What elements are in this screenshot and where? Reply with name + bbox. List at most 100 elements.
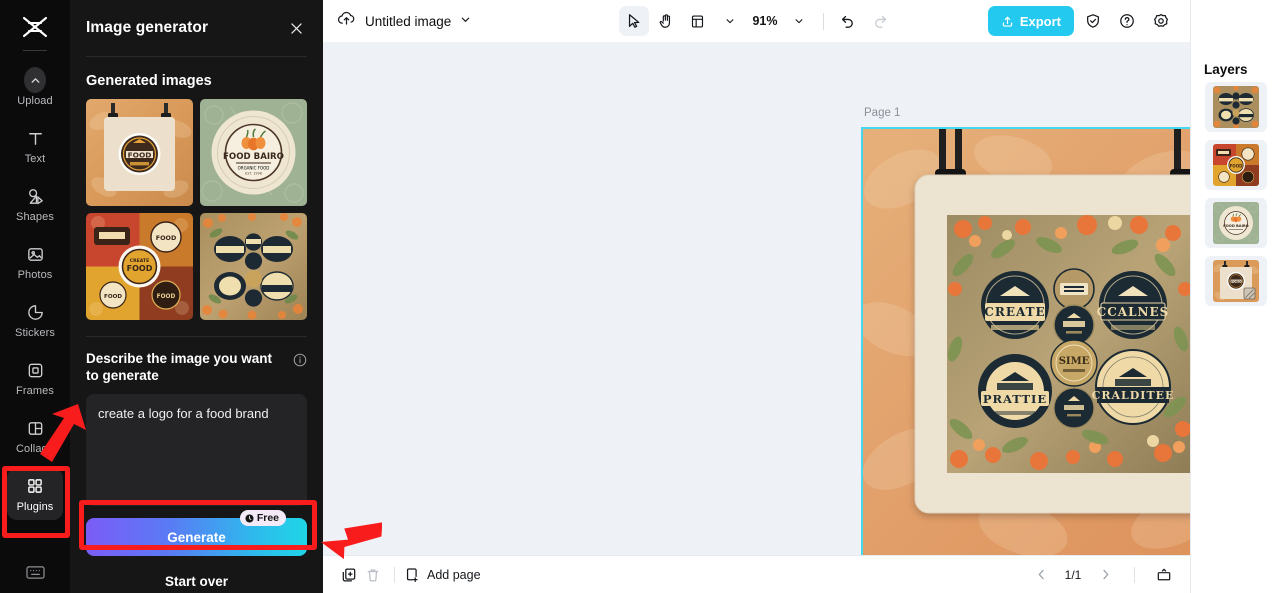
upload-share-icon bbox=[1002, 16, 1012, 27]
sidebar-item-plugins[interactable]: Plugins bbox=[7, 468, 63, 520]
sidebar-item-label: Text bbox=[24, 153, 46, 165]
svg-text:FOOD: FOOD bbox=[127, 264, 153, 273]
sidebar-item-label: Plugins bbox=[16, 501, 54, 513]
svg-text:PRATTIE: PRATTIE bbox=[983, 392, 1047, 406]
add-page-button[interactable]: Add page bbox=[404, 567, 481, 583]
center-area: Untitled image 91% Export Page 1 CREATE … bbox=[323, 0, 1190, 593]
chevron-down-icon[interactable] bbox=[460, 12, 471, 30]
layout-dropdown-caret[interactable] bbox=[714, 6, 744, 36]
svg-text:FOOD BAIRO: FOOD BAIRO bbox=[1223, 224, 1248, 228]
sticker-icon bbox=[24, 301, 46, 323]
cursor-arrow-icon[interactable] bbox=[618, 6, 649, 36]
layer-item[interactable]: FOOD bbox=[1204, 256, 1267, 306]
sidebar-item-shapes[interactable]: Shapes bbox=[7, 178, 63, 230]
document-title-group[interactable]: Untitled image bbox=[337, 10, 471, 32]
describe-row: Describe the image you want to generate bbox=[86, 350, 307, 384]
generate-button[interactable]: Generate bbox=[86, 518, 307, 556]
undo-icon[interactable] bbox=[833, 6, 863, 36]
svg-text:EST. 1998: EST. 1998 bbox=[245, 172, 262, 176]
add-page-icon bbox=[406, 567, 418, 582]
hand-icon[interactable] bbox=[650, 6, 680, 36]
next-page-button[interactable] bbox=[1093, 563, 1117, 587]
chevron-right-icon bbox=[1102, 569, 1108, 580]
layers-panel: Layers FOOD FOOD BAIRO FOOD bbox=[1190, 0, 1280, 593]
layer-thumbnail bbox=[1212, 86, 1259, 128]
close-icon[interactable] bbox=[285, 17, 307, 39]
artboard-image: CREATE CCALNES PRATTIE CRALDITEE SIME bbox=[863, 129, 1190, 555]
svg-text:CRALDITEE: CRALDITEE bbox=[1092, 389, 1175, 402]
sidebar-item-label: Frames bbox=[16, 385, 54, 397]
cloud-upload-icon[interactable] bbox=[337, 10, 356, 32]
layer-item[interactable]: FOOD bbox=[1204, 140, 1267, 190]
export-label: Export bbox=[1019, 13, 1061, 29]
canvas-area[interactable]: Page 1 CREATE CCALNES PRATTIE CRALDITEE … bbox=[323, 42, 1190, 555]
zoom-level[interactable]: 91% bbox=[746, 14, 781, 28]
layer-item[interactable]: FOOD BAIRO bbox=[1204, 198, 1267, 248]
layer-thumbnail: FOOD bbox=[1212, 260, 1259, 302]
prompt-input[interactable]: create a logo for a food brand bbox=[86, 394, 307, 506]
present-button[interactable] bbox=[1152, 563, 1176, 587]
generated-image-thumb[interactable]: FOOD bbox=[86, 99, 193, 206]
svg-text:FOOD: FOOD bbox=[1229, 163, 1243, 168]
add-page-label: Add page bbox=[427, 567, 481, 582]
sidebar-item-stickers[interactable]: Stickers bbox=[7, 294, 63, 346]
prev-page-button[interactable] bbox=[1029, 563, 1053, 587]
generated-images-grid: FOOD FOOD BAIRO ORGANIC FOOD EST. 1998 F… bbox=[86, 99, 323, 320]
layer-thumbnail: FOOD BAIRO bbox=[1212, 202, 1259, 244]
page-indicator: 1/1 bbox=[1064, 567, 1082, 582]
zoom-dropdown-caret[interactable] bbox=[784, 6, 814, 36]
info-icon[interactable] bbox=[293, 353, 307, 367]
svg-text:SIME: SIME bbox=[1059, 356, 1090, 367]
toolbar-divider bbox=[822, 12, 824, 30]
generated-images-title: Generated images bbox=[86, 73, 212, 89]
sidebar-item-label: Stickers bbox=[15, 327, 55, 339]
gear-icon[interactable] bbox=[1146, 6, 1176, 36]
duplicate-icon[interactable] bbox=[337, 563, 361, 587]
shield-check-icon[interactable] bbox=[1078, 6, 1108, 36]
chevron-down-icon bbox=[726, 19, 733, 24]
svg-text:CCALNES: CCALNES bbox=[1097, 305, 1170, 319]
panel-divider bbox=[86, 56, 307, 57]
layout-panel-icon[interactable] bbox=[682, 6, 712, 36]
export-button[interactable]: Export bbox=[987, 6, 1074, 36]
collage-icon bbox=[24, 417, 46, 439]
present-icon bbox=[1157, 568, 1171, 580]
question-circle-icon[interactable] bbox=[1112, 6, 1142, 36]
generated-image-thumb[interactable]: FOOD FOOD FOOD CREATE FOOD bbox=[86, 213, 193, 320]
layer-list: FOOD FOOD BAIRO FOOD bbox=[1191, 82, 1280, 306]
svg-text:FOOD: FOOD bbox=[157, 294, 176, 300]
svg-text:FOOD: FOOD bbox=[1231, 279, 1241, 283]
document-name[interactable]: Untitled image bbox=[365, 14, 451, 29]
layer-thumbnail: FOOD bbox=[1212, 144, 1259, 186]
sidebar-item-upload[interactable]: Upload bbox=[7, 62, 63, 114]
sidebar-item-text[interactable]: Text bbox=[7, 120, 63, 172]
keyboard-shortcuts-icon[interactable] bbox=[24, 561, 46, 583]
svg-text:FOOD: FOOD bbox=[156, 234, 177, 242]
sidebar-item-label: Collage bbox=[15, 443, 54, 455]
artboard-selection[interactable]: CREATE CCALNES PRATTIE CRALDITEE SIME bbox=[861, 127, 1190, 555]
page-label: Page 1 bbox=[864, 107, 901, 119]
redo-icon[interactable] bbox=[865, 6, 895, 36]
chevron-down-icon bbox=[795, 19, 802, 24]
top-toolbar: Untitled image 91% Export bbox=[323, 0, 1190, 42]
layer-item[interactable] bbox=[1204, 82, 1267, 132]
capcut-logo-icon[interactable] bbox=[18, 14, 52, 40]
sidebar-item-collage[interactable]: Collage bbox=[7, 410, 63, 462]
photo-icon bbox=[24, 243, 46, 265]
bottom-divider bbox=[394, 566, 395, 583]
chevron-left-icon bbox=[1038, 569, 1044, 580]
sidebar-item-photos[interactable]: Photos bbox=[7, 236, 63, 288]
sidebar-item-label: Shapes bbox=[16, 211, 54, 223]
text-t-icon bbox=[24, 127, 46, 149]
svg-text:FOOD: FOOD bbox=[128, 150, 152, 159]
describe-label: Describe the image you want to generate bbox=[86, 351, 273, 383]
panel-header: Image generator bbox=[70, 0, 323, 56]
shapes-icon bbox=[24, 185, 46, 207]
generated-image-thumb[interactable]: FOOD BAIRO ORGANIC FOOD EST. 1998 bbox=[200, 99, 307, 206]
trash-icon[interactable] bbox=[361, 563, 385, 587]
sidebar-item-frames[interactable]: Frames bbox=[7, 352, 63, 404]
top-right-actions: Export bbox=[987, 6, 1176, 36]
panel-section-divider bbox=[86, 336, 307, 337]
start-over-button[interactable]: Start over bbox=[86, 564, 307, 593]
generated-image-thumb[interactable] bbox=[200, 213, 307, 320]
